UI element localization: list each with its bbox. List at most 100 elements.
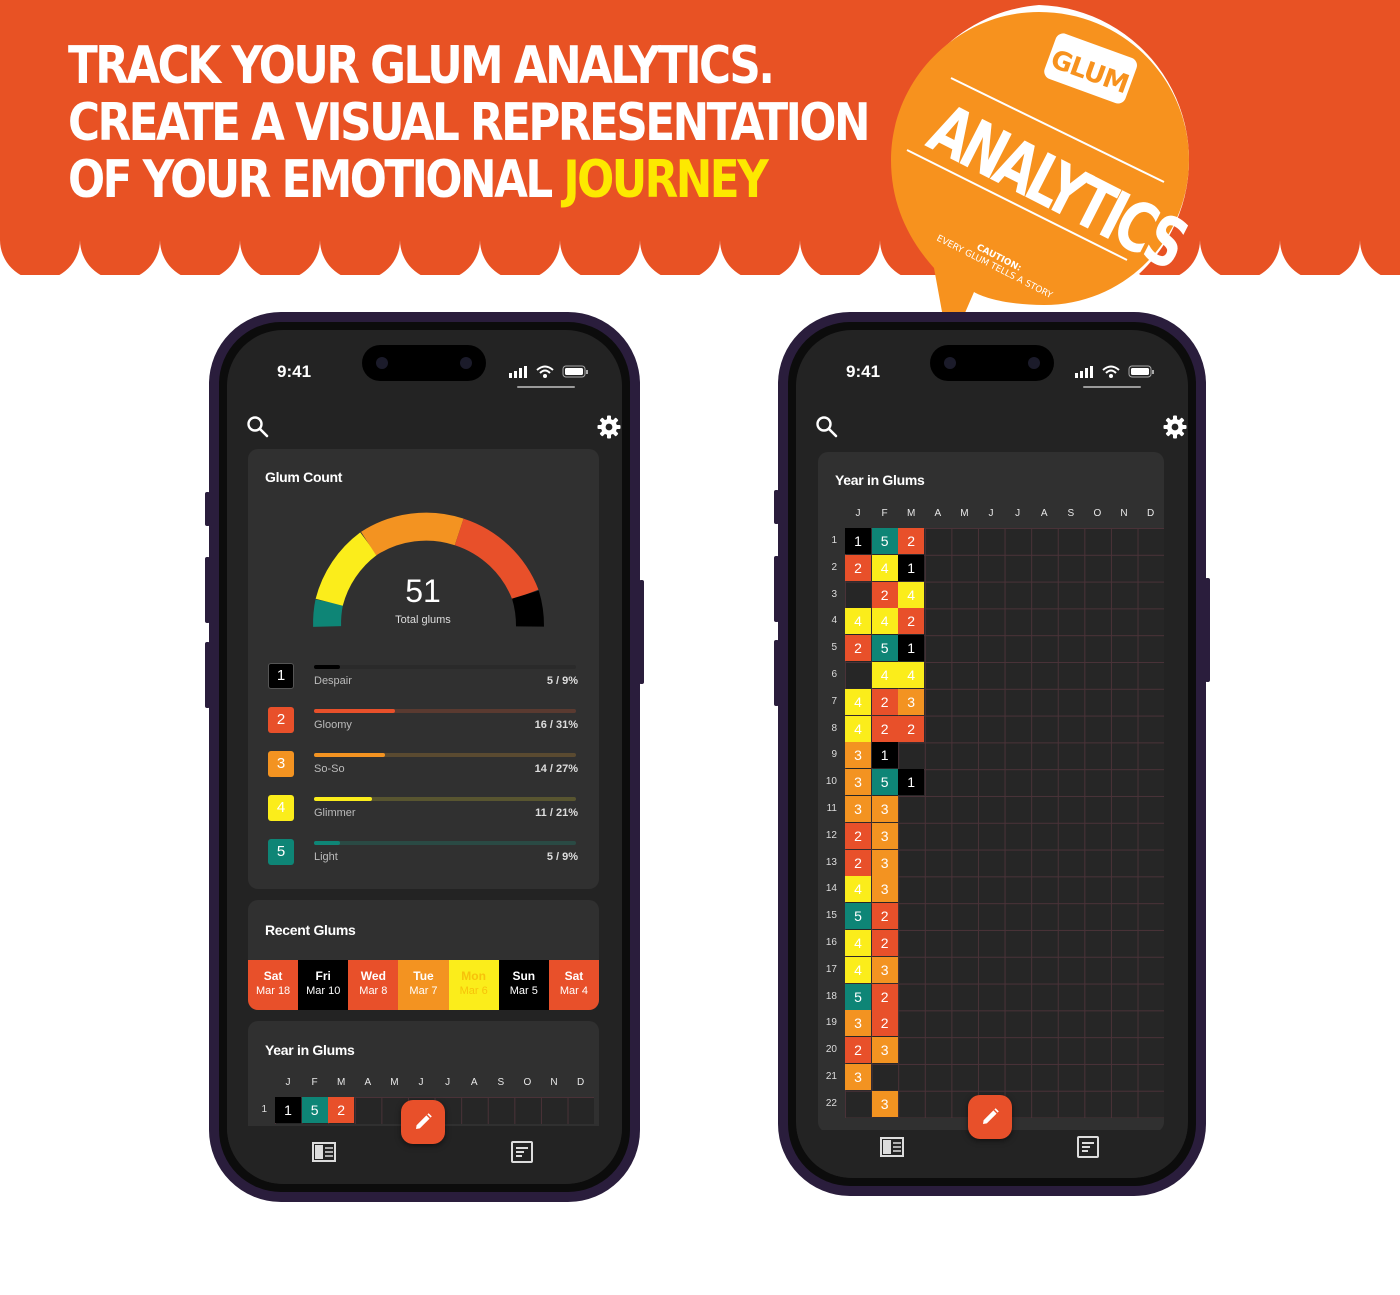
mood-row-despair: 1 Despair 5 / 9% bbox=[268, 663, 578, 693]
glum-cell[interactable]: 4 bbox=[845, 715, 871, 742]
gear-icon[interactable] bbox=[596, 414, 622, 440]
journal-icon[interactable] bbox=[312, 1141, 336, 1163]
glum-cell[interactable]: 4 bbox=[871, 608, 898, 635]
search-icon[interactable] bbox=[245, 414, 271, 440]
gauge-segment-soso bbox=[361, 512, 464, 556]
glum-cell[interactable]: 2 bbox=[871, 715, 898, 742]
recent-day[interactable]: Sat Mar 18 bbox=[248, 960, 299, 1010]
recent-day-name: Wed bbox=[360, 969, 386, 983]
recent-glums-card: Recent Glums Sat Mar 18 Fri Mar 10 Wed Mar 8 T… bbox=[248, 900, 599, 1010]
glum-cell[interactable]: 2 bbox=[871, 903, 898, 930]
day-label: 17 bbox=[825, 963, 837, 975]
glum-cell[interactable]: 5 bbox=[871, 769, 898, 796]
mood-value: 16 / 31% bbox=[534, 719, 578, 731]
month-label: J bbox=[1015, 508, 1021, 519]
day-label: 8 bbox=[831, 722, 837, 734]
glum-cell[interactable]: 2 bbox=[898, 528, 925, 554]
glum-cell[interactable]: 2 bbox=[871, 581, 898, 608]
glum-cell[interactable]: 4 bbox=[845, 608, 871, 635]
glum-cell[interactable]: 3 bbox=[871, 956, 898, 983]
glum-cell[interactable]: 3 bbox=[871, 796, 898, 822]
recent-day-date: Mar 5 bbox=[509, 985, 538, 997]
glum-cell[interactable]: 3 bbox=[845, 742, 871, 769]
day-label: 18 bbox=[825, 990, 837, 1002]
glum-cell[interactable]: 5 bbox=[871, 635, 898, 662]
glum-cell[interactable]: 3 bbox=[845, 1010, 871, 1037]
glum-cell[interactable]: 2 bbox=[871, 983, 898, 1010]
recent-day[interactable]: Sat Mar 4 bbox=[548, 960, 599, 1010]
mood-level-badge: 5 bbox=[268, 839, 294, 865]
day-label: 2 bbox=[831, 561, 837, 573]
recent-day[interactable]: Sun Mar 5 bbox=[498, 960, 549, 1010]
glum-cell[interactable]: 4 bbox=[845, 688, 871, 715]
glum-cell[interactable]: 2 bbox=[845, 554, 871, 581]
notes-icon[interactable] bbox=[1076, 1136, 1100, 1158]
glum-cell[interactable]: 5 bbox=[301, 1097, 328, 1123]
year-in-glums-card: Year in Glums JFMAMJJASOND11522241324444… bbox=[818, 452, 1164, 1132]
day-label: 7 bbox=[831, 695, 837, 707]
glum-cell[interactable]: 3 bbox=[871, 849, 898, 876]
glum-cell[interactable]: 3 bbox=[845, 1064, 871, 1090]
glum-cell[interactable]: 3 bbox=[898, 688, 925, 715]
glum-cell[interactable]: 3 bbox=[871, 1037, 898, 1064]
recent-day[interactable]: Mon Mar 6 bbox=[448, 960, 499, 1010]
search-icon[interactable] bbox=[814, 414, 840, 440]
glum-cell[interactable]: 4 bbox=[898, 662, 925, 688]
day-label: 10 bbox=[825, 776, 837, 788]
glum-cell[interactable]: 1 bbox=[898, 769, 925, 796]
mood-progress-track bbox=[314, 665, 576, 669]
mood-row-light: 5 Light 5 / 9% bbox=[268, 839, 578, 869]
glum-cell[interactable]: 5 bbox=[845, 903, 871, 930]
glum-cell[interactable]: 3 bbox=[871, 1090, 898, 1117]
gear-icon[interactable] bbox=[1162, 414, 1188, 440]
month-label: J bbox=[988, 508, 994, 519]
new-glum-button[interactable] bbox=[968, 1095, 1012, 1139]
glum-cell[interactable]: 5 bbox=[871, 528, 898, 554]
glum-cell[interactable]: 3 bbox=[871, 822, 898, 849]
glum-cell[interactable]: 4 bbox=[871, 554, 898, 581]
glum-cell[interactable]: 2 bbox=[871, 930, 898, 956]
month-label: A bbox=[470, 1077, 478, 1088]
glum-cell[interactable]: 4 bbox=[898, 581, 925, 608]
glum-cell[interactable]: 2 bbox=[845, 1037, 871, 1064]
mood-name: So-So bbox=[314, 763, 345, 775]
glum-cell[interactable]: 2 bbox=[898, 715, 925, 742]
glum-cell[interactable]: 4 bbox=[845, 956, 871, 983]
glum-cell[interactable]: 4 bbox=[845, 930, 871, 956]
month-label: D bbox=[576, 1077, 585, 1088]
glum-cell[interactable]: 1 bbox=[845, 528, 871, 554]
glum-cell[interactable]: 2 bbox=[871, 1010, 898, 1037]
glum-cell[interactable]: 3 bbox=[845, 769, 871, 796]
journal-icon[interactable] bbox=[880, 1136, 904, 1158]
recent-day[interactable]: Wed Mar 8 bbox=[348, 960, 399, 1010]
month-label: A bbox=[1040, 508, 1048, 519]
glum-cell[interactable]: 2 bbox=[871, 688, 898, 715]
glum-cell[interactable]: 3 bbox=[871, 876, 898, 903]
recent-day[interactable]: Tue Mar 7 bbox=[398, 960, 449, 1010]
recent-day-date: Mar 7 bbox=[409, 985, 438, 997]
new-glum-button[interactable] bbox=[401, 1100, 445, 1144]
app-screen: 9:41 Glum Count 51 Total glums 1 Despair… bbox=[227, 330, 622, 1184]
glum-cell[interactable]: 1 bbox=[275, 1097, 301, 1123]
glum-cell[interactable]: 1 bbox=[898, 635, 925, 662]
glum-cell[interactable]: 1 bbox=[871, 742, 898, 769]
recent-day-name: Sat bbox=[263, 969, 283, 983]
glum-cell[interactable]: 4 bbox=[871, 662, 898, 688]
pencil-icon bbox=[983, 1108, 999, 1124]
recent-day-date: Mar 8 bbox=[359, 985, 388, 997]
glum-cell[interactable]: 2 bbox=[898, 608, 925, 635]
glum-cell[interactable]: 3 bbox=[845, 796, 871, 822]
glum-cell[interactable]: 2 bbox=[845, 822, 871, 849]
glum-cell[interactable]: 1 bbox=[898, 554, 925, 581]
glum-cell[interactable]: 2 bbox=[845, 849, 871, 876]
glum-cell[interactable]: 2 bbox=[845, 635, 871, 662]
recent-day[interactable]: Fri Mar 10 bbox=[298, 960, 349, 1010]
glum-cell[interactable]: 4 bbox=[845, 876, 871, 903]
mood-value: 11 / 21% bbox=[535, 807, 578, 819]
glum-cell[interactable]: 2 bbox=[328, 1097, 355, 1123]
day-label: 4 bbox=[831, 615, 837, 627]
mood-name: Light bbox=[314, 851, 338, 863]
glum-cell[interactable]: 5 bbox=[845, 983, 871, 1010]
notes-icon[interactable] bbox=[510, 1141, 534, 1163]
mood-level-badge: 2 bbox=[268, 707, 294, 733]
